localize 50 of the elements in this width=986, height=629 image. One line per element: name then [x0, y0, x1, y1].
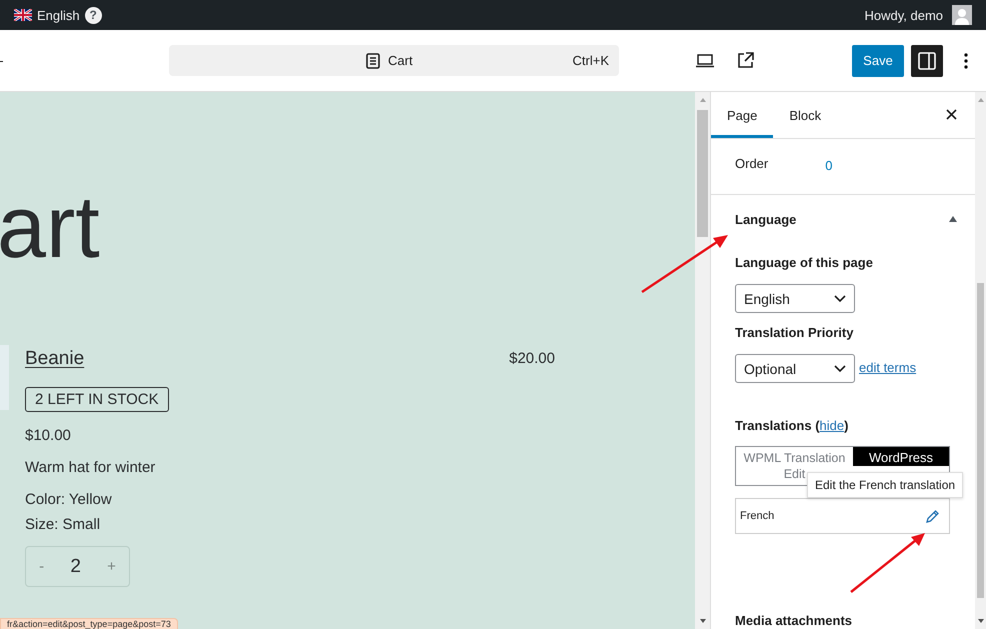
- page-heading: art: [0, 183, 101, 271]
- laptop-icon[interactable]: [695, 54, 715, 68]
- product-attribute: Size: Small: [25, 516, 102, 533]
- language-select[interactable]: English: [735, 284, 855, 313]
- document-icon: [366, 52, 380, 68]
- chevron-icon: [834, 294, 846, 302]
- panel-title: Language: [735, 212, 796, 226]
- field-label: Translation Priority: [735, 325, 854, 340]
- close-icon[interactable]: [946, 109, 957, 120]
- page-title: Cart: [388, 53, 413, 68]
- shortcut-hint: Ctrl+K: [572, 53, 609, 68]
- field-label: Language of this page: [735, 255, 874, 270]
- hide-link[interactable]: hide: [820, 418, 844, 433]
- product-attribute: Color: Yellow: [25, 491, 113, 508]
- unit-price: $10.00: [25, 427, 72, 444]
- translations-label: Translations (hide): [735, 418, 850, 433]
- edit-terms-link[interactable]: edit terms: [859, 360, 916, 375]
- uk-flag-icon: [14, 9, 32, 21]
- caret-icon[interactable]: [949, 216, 957, 222]
- user-greeting[interactable]: Howdy, demo: [864, 8, 943, 22]
- language-switcher[interactable]: English: [37, 8, 80, 22]
- command-search[interactable]: Cart Ctrl+K: [169, 45, 619, 76]
- pencil-icon[interactable]: [925, 508, 940, 524]
- panel-header[interactable]: Language: [711, 195, 975, 243]
- order-value[interactable]: 0: [825, 158, 832, 194]
- external-link-icon[interactable]: [737, 52, 754, 69]
- line-total: $20.00: [509, 350, 555, 369]
- stock-badge: 2 LEFT IN STOCK: [25, 387, 169, 412]
- sidebar-tab[interactable]: Page: [711, 92, 774, 138]
- field-label: Order: [735, 156, 768, 173]
- product-link[interactable]: Beanie: [25, 348, 84, 370]
- help-icon[interactable]: ?: [84, 6, 102, 24]
- priority-select[interactable]: Optional: [735, 354, 855, 383]
- scroll-down-icon[interactable]: [700, 619, 706, 623]
- chevron-icon: [834, 364, 846, 372]
- panel-title: Media attachments: [735, 613, 852, 628]
- product-description: Warm hat for winter: [25, 459, 156, 476]
- quantity-value: 2: [70, 556, 81, 578]
- save-button[interactable]: Save: [852, 44, 904, 76]
- scroll-down-icon[interactable]: [978, 619, 984, 623]
- scrollbar-thumb[interactable]: [697, 110, 708, 237]
- sidebar-icon: [918, 52, 936, 70]
- more-options-icon[interactable]: [964, 52, 968, 68]
- status-url: fr&action=edit&post_type=page&post=73: [0, 618, 178, 629]
- editor-tab[interactable]: WordPress: [853, 447, 949, 466]
- sidebar-tab[interactable]: Block: [773, 92, 838, 138]
- language-name: French: [740, 510, 774, 522]
- scrollbar-thumb[interactable]: [977, 283, 984, 598]
- settings-toggle[interactable]: [911, 44, 943, 76]
- tooltip: Edit the French translation: [807, 472, 964, 498]
